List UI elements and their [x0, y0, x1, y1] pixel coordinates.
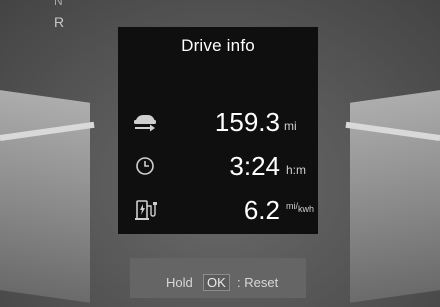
drive-info-panel: Drive info 159.3 mi 3:24 h:m 6.2 mi/kwh: [118, 27, 318, 234]
distance-value: 159.3: [214, 107, 280, 137]
efficiency-value: 6.2: [243, 195, 280, 225]
left-gauge-housing: [0, 87, 90, 303]
time-value: 3:24: [229, 151, 280, 181]
distance-unit: mi: [284, 119, 297, 133]
distance-car-icon: [132, 111, 158, 133]
panel-title: Drive info: [181, 36, 255, 55]
ok-button-hint[interactable]: OK: [203, 274, 230, 291]
gear-indicator-neutral: N: [54, 0, 63, 8]
instrument-cluster: N R Drive info 159.3 mi 3:24 h:m 6.2 mi/…: [0, 0, 440, 307]
distance-row: 159.3 mi: [118, 107, 318, 137]
clock-icon: [132, 155, 158, 177]
ev-charge-efficiency-icon: [132, 199, 158, 221]
right-gauge-housing: [350, 87, 440, 303]
reset-hint-bar: Hold OK : Reset: [130, 258, 306, 298]
efficiency-unit: mi/kwh: [286, 201, 315, 214]
gear-indicator-reverse: R: [54, 14, 65, 30]
hold-label: Hold: [166, 275, 193, 290]
reset-label: : Reset: [237, 275, 279, 290]
time-unit: h:m: [286, 163, 307, 177]
time-row: 3:24 h:m: [118, 151, 318, 181]
efficiency-row: 6.2 mi/kwh: [118, 195, 318, 225]
efficiency-unit-sub: kwh: [298, 204, 315, 214]
efficiency-unit-main: mi: [286, 201, 296, 211]
